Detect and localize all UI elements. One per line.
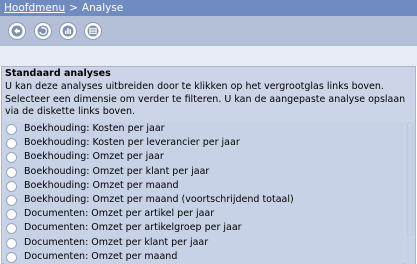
standard-analyses-panel: Standaard analyses U kan deze analyses u…: [1, 66, 416, 264]
chart-button[interactable]: [59, 22, 77, 40]
radio-button[interactable]: [6, 124, 17, 135]
radio-button[interactable]: [6, 180, 17, 192]
list-item-label: Boekhouding: Omzet per jaar: [24, 151, 164, 163]
spacer: [0, 46, 417, 66]
refresh-button[interactable]: [34, 22, 52, 40]
list-item-label: Boekhouding: Omzet per maand (voortschri…: [24, 194, 294, 205]
radio-button[interactable]: [6, 237, 17, 249]
list-item-label: Documenten: Omzet per maand: [24, 250, 178, 262]
list-item[interactable]: Documenten: Omzet per klant per jaar: [4, 236, 404, 250]
breadcrumb-separator: >: [69, 2, 78, 14]
radio-button[interactable]: [6, 223, 17, 235]
toolbar: [0, 16, 417, 46]
table-button[interactable]: [84, 22, 102, 40]
radio-button[interactable]: [6, 209, 17, 221]
list-item-label: Boekhouding: Kosten per jaar: [24, 123, 165, 134]
back-arrow-icon: [11, 25, 23, 37]
list-item[interactable]: Boekhouding: Omzet per maand: [4, 179, 404, 193]
radio-button[interactable]: [6, 138, 17, 150]
list-item-label: Boekhouding: Kosten per leverancier per …: [24, 137, 240, 149]
list-item[interactable]: Documenten: Omzet per artikel per jaar: [4, 207, 404, 221]
list-item[interactable]: Boekhouding: Omzet per klant per jaar: [4, 165, 404, 179]
list-item-label: Documenten: Omzet per klant per jaar: [24, 236, 209, 248]
breadcrumb-current: Analyse: [81, 2, 124, 14]
radio-button[interactable]: [6, 251, 17, 263]
radio-button[interactable]: [6, 152, 17, 164]
list-item-label: Boekhouding: Omzet per maand: [24, 179, 179, 191]
list-item[interactable]: Boekhouding: Kosten per jaar: [4, 122, 404, 136]
panel-description: U kan deze analyses uitbreiden door te k…: [5, 81, 406, 117]
scrollbar-thumb[interactable]: [407, 122, 413, 236]
list-item-label: Documenten: Omzet per artikel per jaar: [24, 208, 215, 220]
panel-title: Standaard analyses: [5, 68, 111, 79]
radio-button[interactable]: [6, 166, 17, 178]
list-item[interactable]: Documenten: Omzet per maand: [4, 250, 404, 264]
list-item[interactable]: Boekhouding: Kosten per leverancier per …: [4, 136, 404, 150]
list-item[interactable]: Boekhouding: Omzet per maand (voortschri…: [4, 193, 404, 207]
list-item[interactable]: Documenten: Omzet per artikelgroep per j…: [4, 221, 404, 235]
breadcrumb-home-link[interactable]: Hoofdmenu: [4, 2, 65, 14]
list-item[interactable]: Boekhouding: Omzet per jaar: [4, 150, 404, 164]
refresh-icon: [37, 25, 49, 37]
list-scrollbar[interactable]: [405, 122, 415, 264]
breadcrumb: Hoofdmenu > Analyse: [0, 0, 417, 16]
list-item-label: Boekhouding: Omzet per klant per jaar: [24, 165, 210, 177]
list-item-label: Documenten: Omzet per artikelgroep per j…: [24, 222, 242, 234]
analyses-list: Boekhouding: Kosten per jaar Boekhouding…: [4, 122, 404, 264]
table-icon: [87, 25, 99, 37]
bar-chart-icon: [62, 25, 74, 37]
radio-button[interactable]: [6, 195, 17, 206]
back-button[interactable]: [8, 22, 26, 40]
